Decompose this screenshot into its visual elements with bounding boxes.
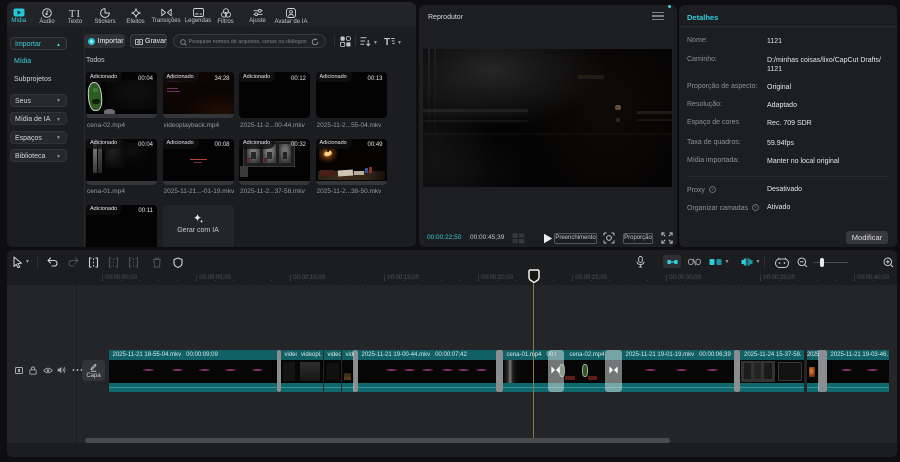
svg-text:?: ? [711, 187, 714, 192]
svg-text:T: T [384, 37, 390, 47]
svg-text:?: ? [754, 205, 757, 210]
svg-text:I: I [77, 9, 81, 18]
svg-text:T: T [69, 9, 76, 18]
